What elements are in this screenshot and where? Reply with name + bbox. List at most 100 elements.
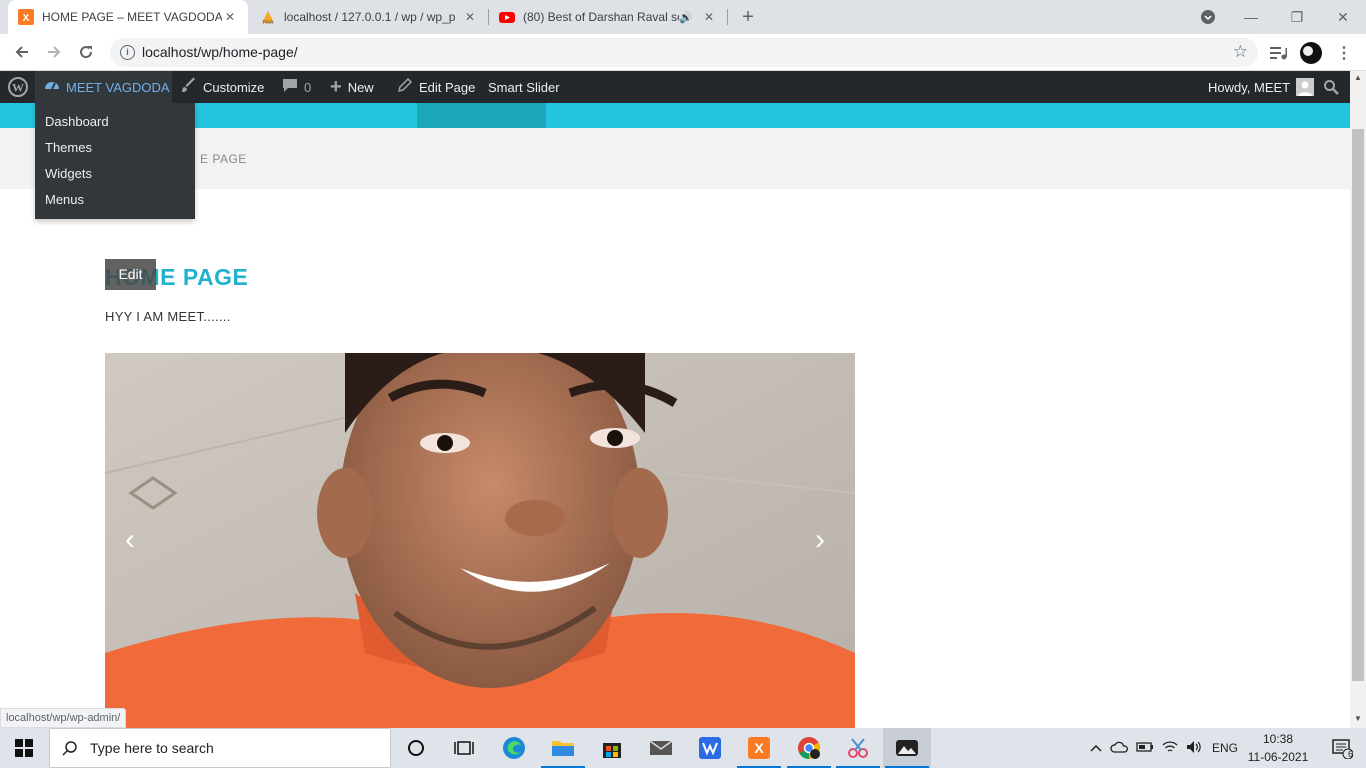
customize-label: Customize <box>203 79 265 95</box>
clock-date: 11-06-2021 <box>1247 750 1309 764</box>
selfie-photo <box>105 353 855 728</box>
url-text[interactable]: localhost/wp/home-page/ <box>142 44 298 60</box>
search-icon <box>1324 80 1339 95</box>
language-indicator[interactable]: ENG <box>1212 741 1238 755</box>
xampp-taskbar-icon[interactable]: X <box>735 728 783 768</box>
scroll-down-icon[interactable]: ▼ <box>1354 714 1362 723</box>
mail-envelope-icon <box>649 740 673 755</box>
reload-button[interactable] <box>73 39 99 65</box>
cortana-button[interactable] <box>392 728 440 768</box>
customize-button[interactable]: Customize <box>181 71 264 103</box>
cortana-circle-icon <box>408 740 424 756</box>
address-bar[interactable]: i localhost/wp/home-page/ ☆ <box>110 38 1258 67</box>
tab-strip: X HOME PAGE – MEET VAGDODA ✕ PMA localho… <box>0 0 1366 34</box>
notification-count: 6 <box>1348 749 1354 759</box>
page-paragraph: HYY I AM MEET....... <box>105 309 231 324</box>
site-name-label: MEET VAGDODA <box>66 79 170 95</box>
edge-icon <box>503 737 525 759</box>
breadcrumb: E PAGE <box>200 152 247 166</box>
my-account-menu[interactable]: Howdy, MEET <box>1208 71 1315 103</box>
chevron-down-icon <box>1201 10 1215 24</box>
minimize-button[interactable]: — <box>1228 0 1274 34</box>
wordpress-logo-icon: W <box>7 77 28 97</box>
media-controls-button[interactable] <box>1267 41 1291 65</box>
forward-button[interactable] <box>41 39 67 65</box>
volume-icon[interactable] <box>1186 740 1202 757</box>
battery-icon[interactable] <box>1136 741 1154 756</box>
snipping-tool-taskbar-icon[interactable] <box>834 728 882 768</box>
wps-writer-icon <box>699 737 721 759</box>
mail-taskbar-icon[interactable] <box>637 728 685 768</box>
chrome-menu-button[interactable]: ⋮ <box>1332 41 1356 65</box>
file-explorer-taskbar-icon[interactable] <box>539 728 587 768</box>
tab-separator <box>727 9 728 25</box>
comments-button[interactable]: 0 <box>282 71 311 103</box>
comments-count: 0 <box>304 79 312 95</box>
site-info-icon[interactable]: i <box>120 45 135 60</box>
onedrive-icon[interactable] <box>1110 741 1128 756</box>
wps-taskbar-icon[interactable] <box>686 728 734 768</box>
edit-link-button[interactable]: Edit <box>105 259 156 290</box>
wp-logo-button[interactable]: W <box>0 71 35 103</box>
svg-text:X: X <box>23 13 30 24</box>
start-button[interactable] <box>0 728 48 768</box>
admin-search-button[interactable] <box>1323 71 1339 103</box>
folder-icon <box>552 741 574 756</box>
snipping-scissors-icon <box>848 738 868 758</box>
windows-taskbar: Type here to search X ENG 10:38 11-06-20… <box>0 728 1366 768</box>
submenu-item-widgets[interactable]: Widgets <box>35 161 195 187</box>
avatar-icon <box>1300 42 1322 64</box>
new-content-button[interactable]: + New <box>330 71 374 103</box>
taskbar-search-box[interactable]: Type here to search <box>49 728 391 768</box>
submenu-item-menus[interactable]: Menus <box>35 187 195 213</box>
page-scrollbar[interactable]: ▲ ▼ <box>1350 71 1366 728</box>
svg-text:X: X <box>754 740 764 756</box>
search-placeholder: Type here to search <box>90 740 214 756</box>
edge-taskbar-icon[interactable] <box>490 728 538 768</box>
store-taskbar-icon[interactable] <box>588 728 636 768</box>
task-view-icon <box>454 741 474 755</box>
howdy-label: Howdy, MEET <box>1208 79 1291 95</box>
new-tab-button[interactable]: + <box>737 6 759 28</box>
site-name-menu[interactable]: MEET VAGDODA <box>35 71 172 103</box>
tab-search-button[interactable] <box>1185 0 1231 34</box>
close-tab-icon[interactable]: ✕ <box>701 9 717 25</box>
audio-playing-icon[interactable]: 🔊 <box>679 11 693 24</box>
system-tray: ENG <box>1090 728 1238 768</box>
edit-page-label: Edit Page <box>419 79 476 95</box>
tab-title: HOME PAGE – MEET VAGDODA <box>42 10 222 24</box>
close-window-button[interactable]: ✕ <box>1320 0 1366 34</box>
taskbar-clock[interactable]: 10:38 11-06-2021 <box>1243 730 1313 766</box>
chrome-taskbar-icon[interactable] <box>785 728 833 768</box>
dashboard-gauge-icon <box>44 77 60 97</box>
scroll-thumb[interactable] <box>1352 129 1364 681</box>
tab-home-page[interactable]: X HOME PAGE – MEET VAGDODA ✕ <box>8 0 248 34</box>
close-tab-icon[interactable]: ✕ <box>222 9 238 25</box>
photos-taskbar-icon[interactable] <box>883 728 931 768</box>
action-center-button[interactable]: 6 <box>1318 728 1366 768</box>
tab-phpmyadmin[interactable]: PMA localhost / 127.0.0.1 / wp / wp_p ✕ <box>250 0 488 34</box>
profile-avatar[interactable] <box>1299 41 1323 65</box>
bookmark-star-icon[interactable]: ☆ <box>1233 42 1248 62</box>
close-tab-icon[interactable]: ✕ <box>462 9 478 25</box>
brush-icon <box>181 77 197 97</box>
submenu-item-themes[interactable]: Themes <box>35 135 195 161</box>
edit-page-button[interactable]: Edit Page <box>397 71 475 103</box>
scroll-up-icon[interactable]: ▲ <box>1354 73 1362 82</box>
user-avatar-icon <box>1296 78 1315 96</box>
image-slider: ‹ › <box>105 353 855 728</box>
photos-icon <box>896 740 918 756</box>
submenu-item-dashboard[interactable]: Dashboard <box>35 109 195 135</box>
slider-next-arrow[interactable]: › <box>815 523 825 557</box>
restore-button[interactable]: ❐ <box>1274 0 1320 34</box>
show-hidden-icons-icon[interactable] <box>1090 741 1102 755</box>
tab-youtube[interactable]: (80) Best of Darshan Raval so 🔊 ✕ <box>489 0 727 34</box>
store-bag-icon <box>603 743 621 758</box>
back-arrow-icon <box>15 46 28 58</box>
smart-slider-button[interactable]: Smart Slider <box>488 71 560 103</box>
task-view-button[interactable] <box>440 728 488 768</box>
wifi-icon[interactable] <box>1162 740 1178 757</box>
back-button[interactable] <box>9 39 35 65</box>
slider-prev-arrow[interactable]: ‹ <box>125 523 135 557</box>
nav-item-active[interactable] <box>417 103 546 128</box>
